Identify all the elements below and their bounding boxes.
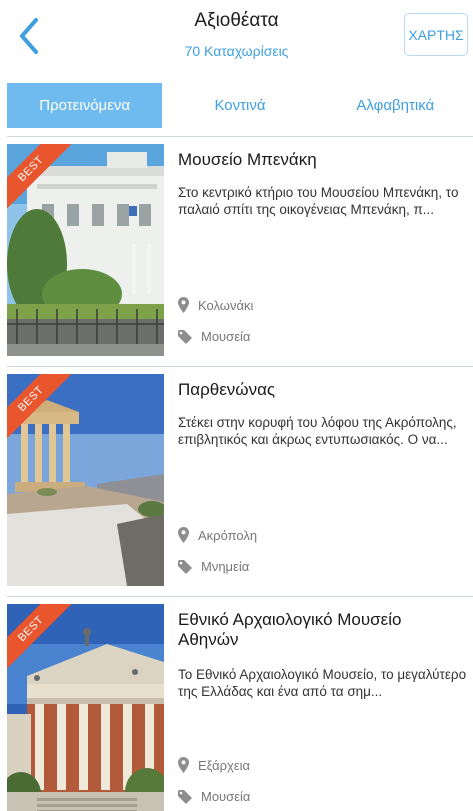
item-title: Μουσείο Μπενάκη (178, 150, 317, 169)
item-image: BEST (7, 374, 164, 586)
item-title: Εθνικό Αρχαιολογικό Μουσείο Αθηνών (178, 610, 402, 649)
list-item[interactable]: BEST Παρθενώνας Στέκει στην κορυφή του λ… (0, 366, 473, 596)
item-category: Μνημεία (178, 559, 249, 574)
item-category: Μουσεία (178, 789, 250, 804)
item-title: Παρθενώνας (178, 380, 276, 399)
map-button[interactable]: ΧΑΡΤΗΣ (404, 13, 468, 56)
item-image: BEST (7, 604, 164, 811)
location-label: Ακρόπολη (198, 527, 258, 543)
tag-icon (178, 789, 192, 804)
item-image: BEST (7, 144, 164, 356)
map-pin-icon (178, 757, 189, 773)
category-label: Μουσεία (201, 329, 251, 344)
item-description: Στο κεντρικό κτήριο του Μουσείου Μπενάκη… (178, 185, 459, 217)
item-category: Μουσεία (178, 329, 250, 344)
tab-alphabetical[interactable]: Αλφαβητικά (318, 83, 473, 128)
divider (7, 136, 473, 137)
list-item[interactable]: BEST Μουσείο Μπενάκη Στο κεντρικό κτήριο… (0, 136, 473, 366)
divider (7, 366, 473, 367)
item-description: Το Εθνικό Αρχαιολογικό Μουσείο, το μεγαλ… (178, 667, 467, 699)
item-location: Εξάρχεια (178, 757, 250, 773)
tag-icon (178, 329, 192, 344)
location-label: Εξάρχεια (198, 757, 251, 773)
list-item[interactable]: BEST Εθνικό Αρχαιολογικό Μουσείο Αθηνών … (0, 596, 473, 811)
header-bar: Αξιοθέατα 70 Καταχωρίσεις ΧΑΡΤΗΣ (0, 0, 473, 78)
tab-recommended[interactable]: Προτεινόμενα (7, 83, 163, 128)
sort-tabs: Προτεινόμενα Κοντινά Αλφαβητικά (7, 83, 473, 128)
item-location: Ακρόπολη (178, 527, 257, 543)
category-label: Μουσεία (201, 789, 251, 804)
map-pin-icon (178, 527, 189, 543)
item-description: Στέκει στην κορυφή του λόφου της Ακρόπολ… (178, 415, 457, 447)
location-label: Κολωνάκι (198, 297, 254, 313)
tab-nearby[interactable]: Κοντινά (162, 83, 317, 128)
map-pin-icon (178, 297, 189, 313)
entries-count: 70 Καταχωρίσεις (184, 43, 289, 59)
item-location: Κολωνάκι (178, 297, 253, 313)
category-label: Μνημεία (201, 559, 250, 574)
page-title: Αξιοθέατα (194, 10, 279, 31)
divider (7, 596, 473, 597)
tag-icon (178, 559, 192, 574)
